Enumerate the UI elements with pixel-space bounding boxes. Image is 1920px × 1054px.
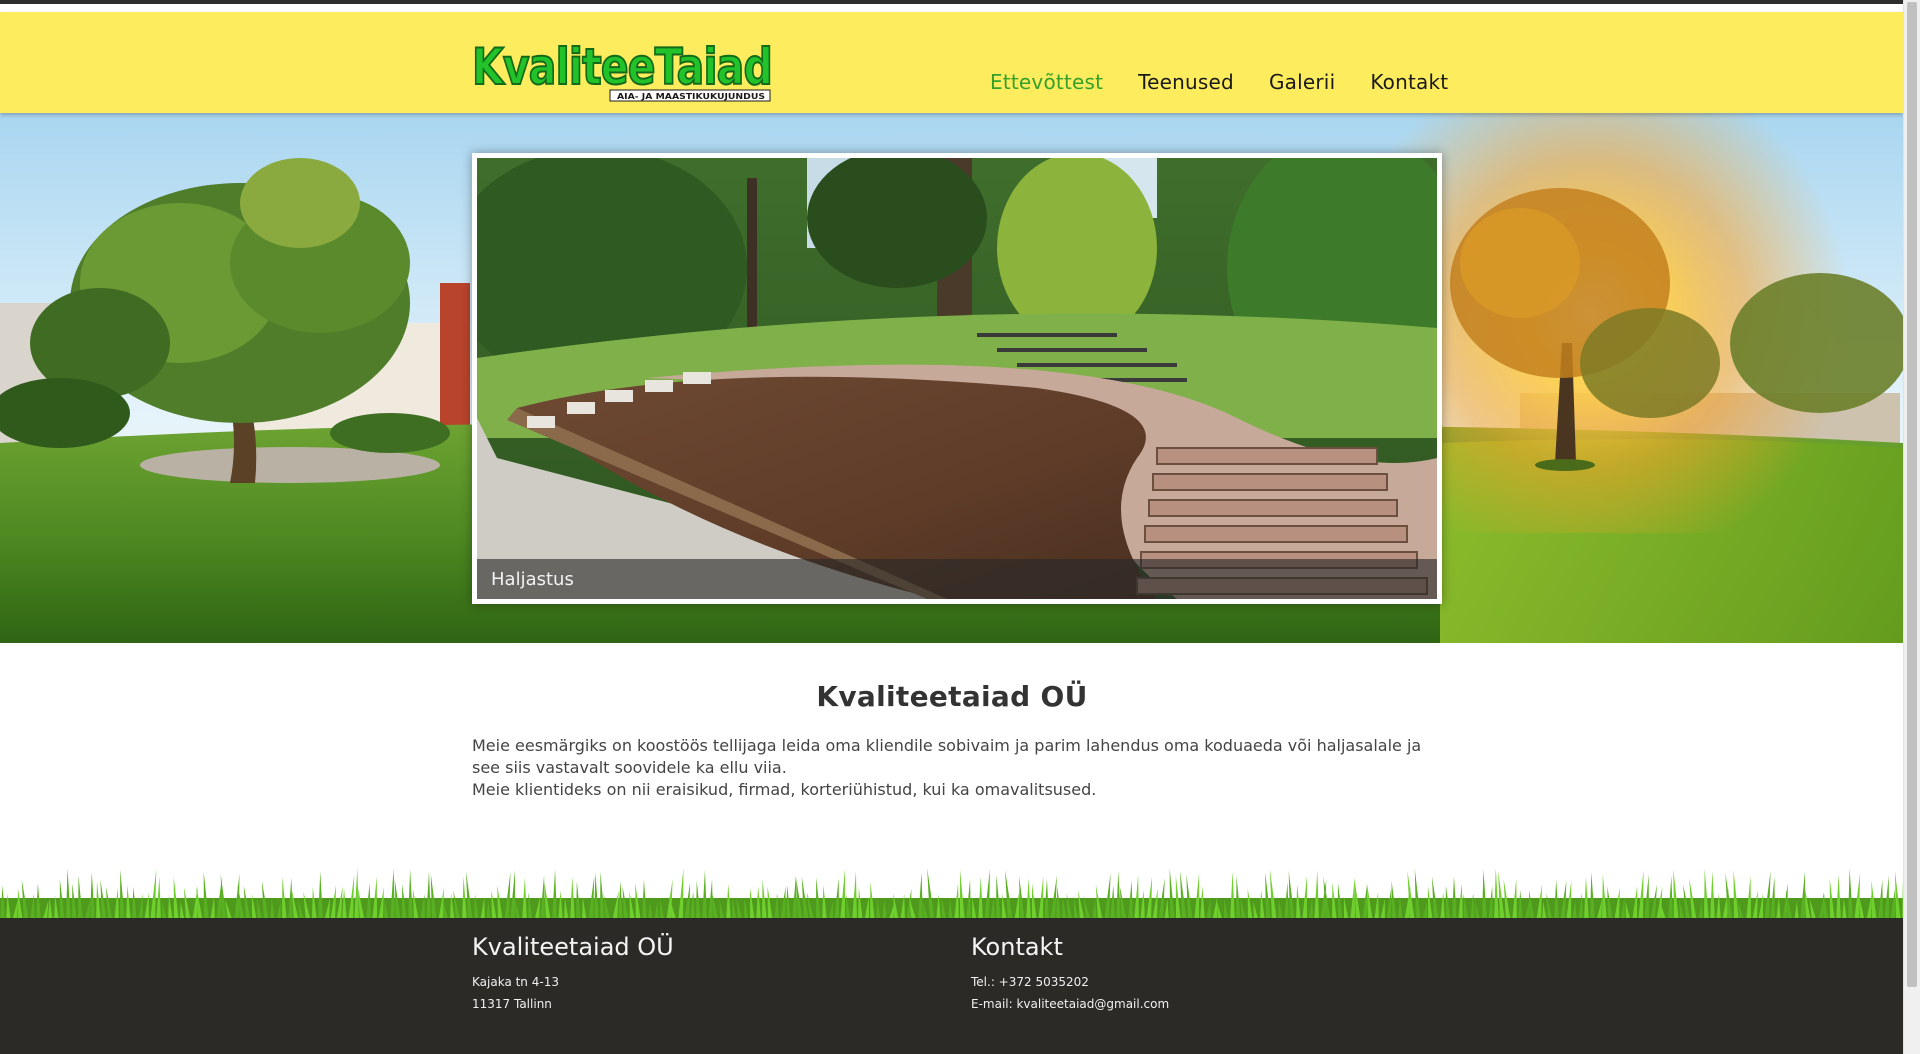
footer-contact-title: Kontakt	[971, 933, 1063, 961]
footer-grass-decoration	[0, 868, 1903, 922]
image-slider[interactable]: Haljastus	[472, 153, 1442, 604]
intro-paragraph: Meie eesmärgiks on koostöös tellijaga le…	[472, 736, 1422, 777]
nav-item-ettevottest[interactable]: Ettevõttest	[990, 70, 1103, 94]
scrollbar-thumb[interactable]	[1907, 2, 1917, 987]
window-top-border	[0, 0, 1903, 4]
logo-tagline: AIA- JA MAASTIKUKUJUNDUS	[617, 92, 765, 101]
footer-company-column: Kvaliteetaiad OÜ Kajaka tn 4-13 11317 Ta…	[472, 933, 674, 1015]
logo-text: KvaliteeTaiad	[472, 38, 772, 96]
vertical-scrollbar[interactable]	[1903, 0, 1920, 1054]
slide-image	[477, 158, 1437, 599]
site-footer: Kvaliteetaiad OÜ Kajaka tn 4-13 11317 Ta…	[0, 918, 1903, 1054]
main-content: Kvaliteetaiad OÜ Meie eesmärgiks on koos…	[472, 680, 1432, 801]
main-navigation: Ettevõttest Teenused Galerii Kontakt	[990, 70, 1483, 94]
nav-item-kontakt[interactable]: Kontakt	[1370, 70, 1448, 94]
slide-caption-bar: Haljastus	[477, 559, 1437, 599]
footer-email[interactable]: E-mail: kvaliteetaiad@gmail.com	[971, 993, 1169, 1015]
page-title: Kvaliteetaiad OÜ	[816, 680, 1088, 713]
footer-company-title: Kvaliteetaiad OÜ	[472, 933, 674, 961]
nav-item-galerii[interactable]: Galerii	[1269, 70, 1335, 94]
footer-contact-column: Kontakt Tel.: +372 5035202 E-mail: kvali…	[971, 933, 1169, 1015]
site-header: KvaliteeTaiad AIA- JA MAASTIKUKUJUNDUS E…	[0, 12, 1903, 113]
browser-page: KvaliteeTaiad AIA- JA MAASTIKUKUJUNDUS E…	[0, 0, 1903, 1054]
footer-phone: Tel.: +372 5035202	[971, 975, 1089, 989]
slide-caption-text: Haljastus	[491, 569, 574, 590]
footer-address-street: Kajaka tn 4-13	[472, 975, 559, 989]
clients-paragraph: Meie klientideks on nii eraisikud, firma…	[472, 780, 1097, 799]
nav-item-teenused[interactable]: Teenused	[1138, 70, 1234, 94]
footer-address-city: 11317 Tallinn	[472, 997, 552, 1011]
kvaliteetaiad-logo[interactable]: KvaliteeTaiad AIA- JA MAASTIKUKUJUNDUS	[470, 26, 775, 106]
